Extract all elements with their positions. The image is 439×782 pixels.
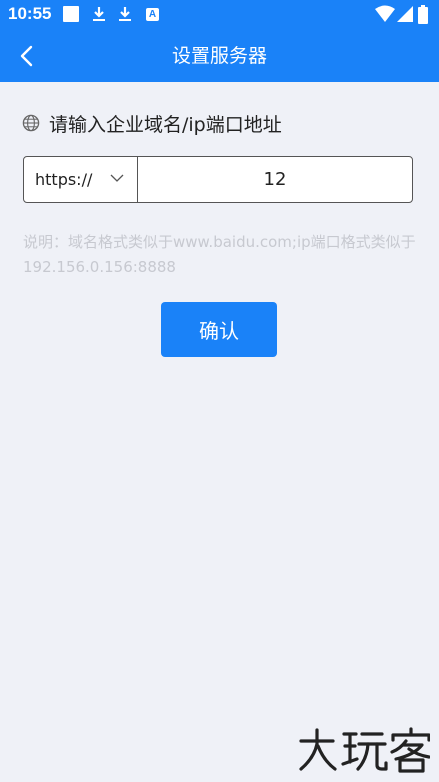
signal-icon <box>397 6 413 22</box>
download-icon <box>119 7 131 21</box>
server-address-input[interactable] <box>138 157 412 202</box>
page-title: 设置服务器 <box>171 45 267 67</box>
server-prompt: 请输入企业域名/ip端口地址 <box>22 110 282 136</box>
top-navbar: 设置服务器 <box>0 30 439 82</box>
battery-icon <box>418 5 428 24</box>
confirm-button[interactable]: 确认 <box>161 302 277 357</box>
notification-square-icon <box>63 6 79 22</box>
chevron-down-icon <box>110 174 124 182</box>
status-bar: 10:55 A <box>0 0 439 30</box>
a-badge-icon: A <box>146 8 159 21</box>
download-icon <box>93 7 105 21</box>
server-address-group: https:// <box>23 156 413 203</box>
status-time: 10:55 <box>8 4 52 23</box>
watermark-logo <box>299 727 430 773</box>
wifi-icon <box>375 5 395 22</box>
prompt-label: 请输入企业域名/ip端口地址 <box>49 113 282 136</box>
globe-icon <box>22 114 40 132</box>
protocol-dropdown[interactable]: https:// <box>24 157 138 202</box>
protocol-value: https:// <box>35 170 93 189</box>
format-hint: 说明：域名格式类似于www.baidu.com;ip端口格式类似于192.156… <box>23 233 416 276</box>
